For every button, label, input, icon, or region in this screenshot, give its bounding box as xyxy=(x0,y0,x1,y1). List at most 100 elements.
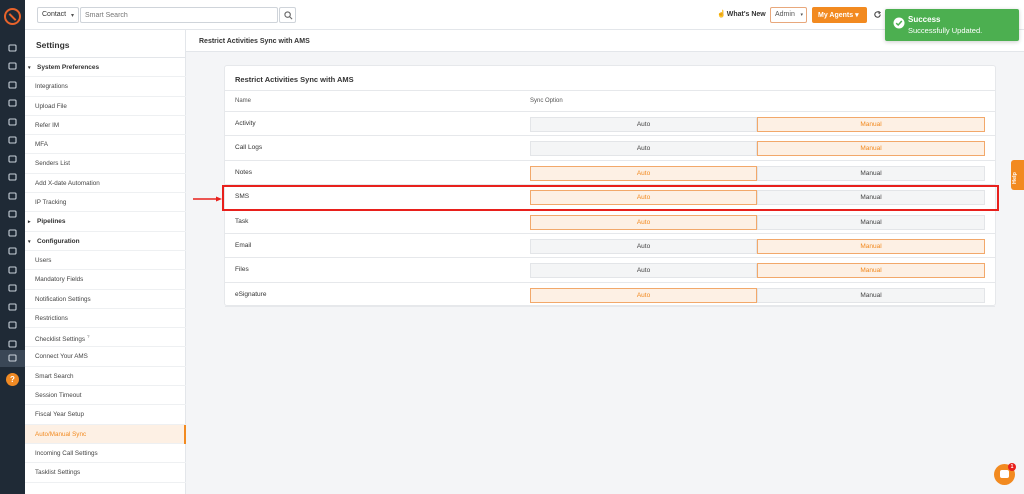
nav-item-incoming-call-settings[interactable]: Incoming Call Settings xyxy=(25,444,186,464)
manual-option-button[interactable]: Manual xyxy=(757,165,985,181)
gear-icon[interactable] xyxy=(8,354,17,362)
users-icon[interactable] xyxy=(8,62,17,70)
folder-icon[interactable] xyxy=(8,229,17,237)
nav-item-users[interactable]: Users xyxy=(25,251,186,271)
nav-item-refer-im[interactable]: Refer IM xyxy=(25,116,186,136)
nav-item-label: Restrictions xyxy=(35,314,68,322)
context-select[interactable]: Contact ▾ xyxy=(37,7,79,23)
line-chart-icon[interactable] xyxy=(8,340,17,348)
nav-item-add-x-date-automation[interactable]: Add X-date Automation xyxy=(25,174,186,194)
whats-new-link[interactable]: ☝What's New xyxy=(717,10,766,18)
copy-icon[interactable] xyxy=(8,81,17,89)
settings-sidebar: Settings ▾ System Preferences Integrations… xyxy=(25,30,186,494)
nav-item-senders-list[interactable]: Senders List xyxy=(25,154,186,174)
nav-item-label: Checklist Settings xyxy=(35,336,86,344)
chevron-down-icon: ▾ xyxy=(800,12,803,18)
google-icon[interactable] xyxy=(8,247,17,255)
nav-item-label: IP Tracking xyxy=(35,199,67,207)
auto-option-button[interactable]: Auto xyxy=(530,214,757,230)
nav-item-label: Smart Search xyxy=(35,372,74,380)
chevron-icon: ▾ xyxy=(28,65,31,71)
row-name: Files xyxy=(235,266,249,274)
nav-item-label: Users xyxy=(35,256,52,264)
row-name: Email xyxy=(235,241,252,249)
settings-title: Settings xyxy=(36,40,70,50)
page-title: Restrict Activities Sync with AMS xyxy=(199,38,310,45)
smart-search-input[interactable] xyxy=(80,7,278,23)
nav-item-connect-your-ams[interactable]: Connect Your AMS xyxy=(25,347,186,367)
auto-option-button[interactable]: Auto xyxy=(530,117,757,132)
toast-message: Successfully Updated. xyxy=(908,26,983,35)
plane-icon[interactable] xyxy=(8,321,17,329)
manual-option-button[interactable]: Manual xyxy=(757,287,985,303)
chat-launcher-button[interactable]: 1 xyxy=(994,463,1016,485)
nav-group-system-preferences[interactable]: ▾ System Preferences xyxy=(25,58,186,78)
list-icon[interactable] xyxy=(8,118,17,126)
success-toast[interactable]: Success Successfully Updated. xyxy=(885,9,1019,41)
nav-item-ip-tracking[interactable]: IP Tracking xyxy=(25,193,186,213)
sync-row-esignature: eSignature Auto Manual xyxy=(225,283,995,308)
row-name: Task xyxy=(235,217,249,225)
bank-icon[interactable] xyxy=(8,99,17,107)
home-icon[interactable] xyxy=(8,44,17,52)
mail-icon[interactable] xyxy=(8,303,17,311)
help-icon[interactable]: ? xyxy=(6,373,19,386)
nav-item-mfa[interactable]: MFA xyxy=(25,135,186,155)
nav-item-integrations[interactable]: Integrations xyxy=(25,77,186,97)
calendar-icon[interactable] xyxy=(8,284,17,292)
nav-item-label: Refer IM xyxy=(35,121,60,129)
app-logo[interactable] xyxy=(4,8,21,25)
nav-group-label: Configuration xyxy=(37,237,80,245)
nav-item-fiscal-year-setup[interactable]: Fiscal Year Setup xyxy=(25,405,186,425)
megaphone-icon[interactable] xyxy=(8,173,17,181)
nav-item-checklist-settings[interactable]: Checklist Settings? xyxy=(25,328,186,348)
nav-group-pipelines[interactable]: ▸ Pipelines xyxy=(25,212,186,232)
nav-item-label: Add X-date Automation xyxy=(35,179,100,187)
search-button[interactable] xyxy=(279,7,296,23)
help-side-tab[interactable]: Help xyxy=(1011,160,1024,190)
document-icon[interactable] xyxy=(8,266,17,274)
refresh-icon[interactable] xyxy=(873,10,882,19)
settings-nav: ▾ System Preferences Integrations Upload Fi… xyxy=(25,58,186,483)
table-header: Name Sync Option xyxy=(225,91,995,112)
chevron-icon: ▸ xyxy=(28,219,31,226)
nav-group-configuration[interactable]: ▾ Configuration xyxy=(25,232,186,251)
sync-row-email: Email Auto Manual xyxy=(225,234,995,259)
auto-option-button[interactable]: Auto xyxy=(530,141,757,157)
nav-item-label: Incoming Call Settings xyxy=(35,449,98,457)
manual-option-button[interactable]: Manual xyxy=(757,117,985,132)
nav-item-auto-manual-sync[interactable]: Auto/Manual Sync xyxy=(25,424,186,444)
nav-item-notification-settings[interactable]: Notification Settings xyxy=(25,290,186,309)
nav-item-label: Upload File xyxy=(35,102,67,110)
filter-icon[interactable] xyxy=(8,155,17,163)
my-agents-button[interactable]: My Agents ▾ xyxy=(812,7,867,23)
manual-option-button[interactable]: Manual xyxy=(757,263,985,279)
nav-item-label: Integrations xyxy=(35,83,68,91)
file-icon[interactable] xyxy=(8,192,17,200)
nav-item-label: Senders List xyxy=(35,160,71,168)
column-header-sync-option: Sync Option xyxy=(530,98,563,104)
auto-option-button[interactable]: Auto xyxy=(530,287,757,303)
manual-option-button[interactable]: Manual xyxy=(757,238,985,254)
chart-bars-icon[interactable] xyxy=(8,210,17,218)
manual-option-button[interactable]: Manual xyxy=(757,214,985,230)
sync-row-activity: Activity Auto Manual xyxy=(225,112,995,137)
my-agents-label: My Agents xyxy=(818,12,854,19)
admin-select[interactable]: Admin ▾ xyxy=(770,7,807,23)
id-card-icon[interactable] xyxy=(8,136,17,144)
nav-item-tasklist-settings[interactable]: Tasklist Settings xyxy=(25,463,186,483)
auto-option-button[interactable]: Auto xyxy=(530,165,757,181)
auto-option-button[interactable]: Auto xyxy=(530,238,757,254)
nav-item-restrictions[interactable]: Restrictions xyxy=(25,309,186,329)
manual-option-button[interactable]: Manual xyxy=(757,141,985,157)
chevron-down-icon: ▾ xyxy=(855,12,859,19)
auto-option-button[interactable]: Auto xyxy=(530,263,757,279)
whats-new-label: What's New xyxy=(726,11,766,18)
chat-icon xyxy=(1000,470,1009,478)
nav-item-label: Mandatory Fields xyxy=(35,276,84,284)
nav-item-smart-search[interactable]: Smart Search xyxy=(25,367,186,387)
nav-item-session-timeout[interactable]: Session Timeout xyxy=(25,386,186,406)
nav-item-mandatory-fields[interactable]: Mandatory Fields xyxy=(25,270,186,290)
arrow-right-icon xyxy=(193,196,222,202)
nav-item-upload-file[interactable]: Upload File xyxy=(25,97,186,116)
